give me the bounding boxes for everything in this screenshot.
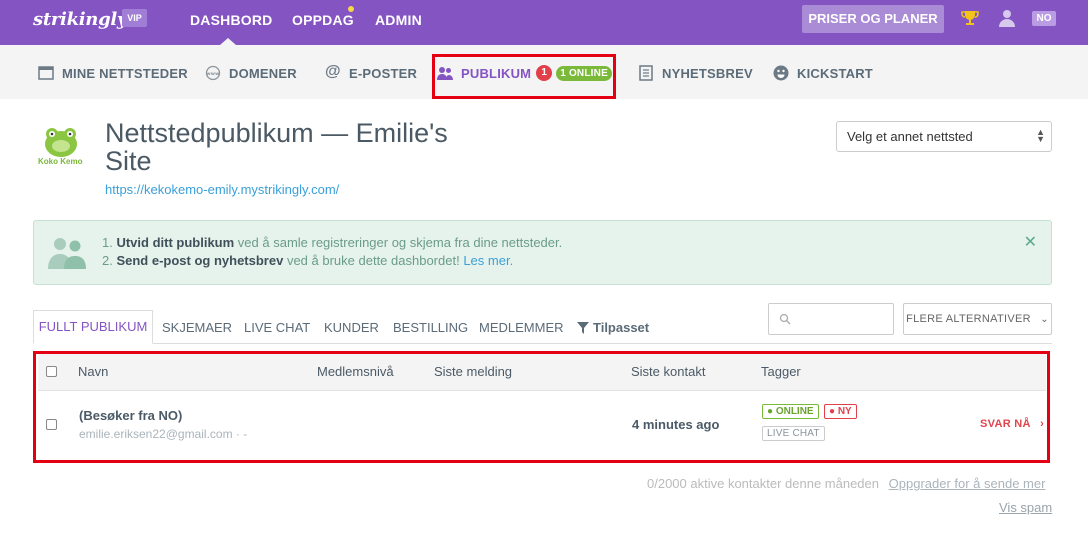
language-selector[interactable]: NO [1032, 11, 1056, 26]
read-more-link[interactable]: Les mer. [463, 253, 513, 268]
subnav-label: E-POSTER [349, 65, 418, 81]
tab-kunder[interactable]: KUNDER [324, 320, 379, 335]
pricing-button[interactable]: PRISER OG PLANER [802, 5, 944, 33]
upgrade-link[interactable]: Oppgrader for å sende mer [889, 476, 1046, 491]
subnav-domener[interactable]: www DOMENER [205, 65, 297, 81]
svg-text:www: www [206, 72, 219, 77]
site-logo-icon [45, 128, 77, 157]
nav-oppdag[interactable]: OPPDAG [292, 12, 354, 28]
site-url-link[interactable]: https://kekokemo-emily.mystrikingly.com/ [105, 182, 339, 197]
tab-live-chat[interactable]: LIVE CHAT [244, 320, 310, 335]
alert-number: 2. [102, 253, 113, 268]
smiley-icon [773, 65, 789, 81]
filter-icon [577, 321, 589, 334]
more-options-button[interactable]: FLERE ALTERNATIVER ⌄ [903, 303, 1052, 335]
alert-bold-text: Send e-post og nyhetsbrev [116, 253, 284, 268]
close-icon[interactable]: ✕ [1024, 232, 1037, 252]
subnav-label: KICKSTART [797, 65, 873, 81]
user-icon[interactable] [998, 9, 1016, 27]
view-spam-link[interactable]: Vis spam [999, 500, 1052, 515]
browser-window-icon [38, 66, 54, 80]
more-options-label: FLERE ALTERNATIVER [906, 313, 1031, 325]
tab-fullt-publikum[interactable]: FULLT PUBLIKUM [33, 310, 153, 344]
tab-medlemmer[interactable]: MEDLEMMER [479, 320, 564, 335]
tabs-divider [33, 343, 1052, 344]
at-icon: @ [325, 63, 341, 80]
subnav-label: MINE NETTSTEDER [62, 65, 188, 81]
alert-number: 1. [102, 235, 113, 250]
alert-line-1: 1. Utvid ditt publikum ved å samle regis… [102, 235, 562, 250]
active-nav-caret [220, 38, 236, 45]
alert-bold-text: Utvid ditt publikum [116, 235, 235, 250]
highlight-box-table [33, 351, 1050, 463]
chevron-down-icon: ⌄ [1040, 314, 1049, 325]
site-select-dropdown[interactable]: Velg et annet nettsted ▲ ▼ [836, 121, 1052, 152]
site-select-value: Velg et annet nettsted [847, 129, 973, 144]
trophy-icon[interactable] [961, 9, 979, 27]
nav-admin[interactable]: ADMIN [375, 12, 422, 28]
notification-dot [348, 6, 354, 12]
site-logo-text: Koko Kemo [38, 157, 83, 166]
top-bar: strikingly VIP DASHBORD OPPDAG ADMIN PRI… [0, 0, 1088, 45]
select-arrows-icon: ▲ ▼ [1036, 127, 1045, 144]
subnav-e-poster[interactable]: @ E-POSTER [325, 63, 418, 81]
tab-tilpasset-label: Tilpasset [593, 320, 650, 335]
alert-text: ved å samle registreringer og skjema fra… [234, 235, 563, 250]
subnav-mine-nettsteder[interactable]: MINE NETTSTEDER [38, 65, 188, 81]
tab-skjemaer[interactable]: SKJEMAER [162, 320, 232, 335]
vip-badge: VIP [122, 9, 147, 27]
alert-text: ved å bruke dette dashbordet! [283, 253, 460, 268]
nav-dashbord[interactable]: DASHBORD [190, 12, 273, 28]
newsletter-icon [639, 65, 653, 81]
subnav-nyhetsbrev[interactable]: NYHETSBREV [638, 65, 753, 81]
tab-bestilling[interactable]: BESTILLING [393, 320, 468, 335]
highlight-box-publikum [432, 54, 616, 99]
footer-info: 0/2000 aktive kontakter denne måneden Op… [647, 476, 1045, 491]
info-alert: 1. Utvid ditt publikum ved å samle regis… [33, 220, 1052, 285]
subnav-label: NYHETSBREV [662, 65, 753, 81]
subnav-kickstart[interactable]: KICKSTART [773, 65, 873, 81]
search-icon [779, 313, 791, 325]
tab-tilpasset[interactable]: Tilpasset [577, 320, 649, 335]
alert-line-2: 2. Send e-post og nyhetsbrev ved å bruke… [102, 253, 513, 268]
active-contacts-text: 0/2000 aktive kontakter denne måneden [647, 476, 880, 491]
strikingly-logo[interactable]: strikingly [33, 9, 127, 30]
audience-icon [48, 238, 86, 269]
page-title: Nettstedpublikum — Emilie's Site [105, 118, 448, 176]
www-icon: www [205, 65, 221, 81]
subnav-label: DOMENER [229, 65, 297, 81]
search-input[interactable] [768, 303, 894, 335]
